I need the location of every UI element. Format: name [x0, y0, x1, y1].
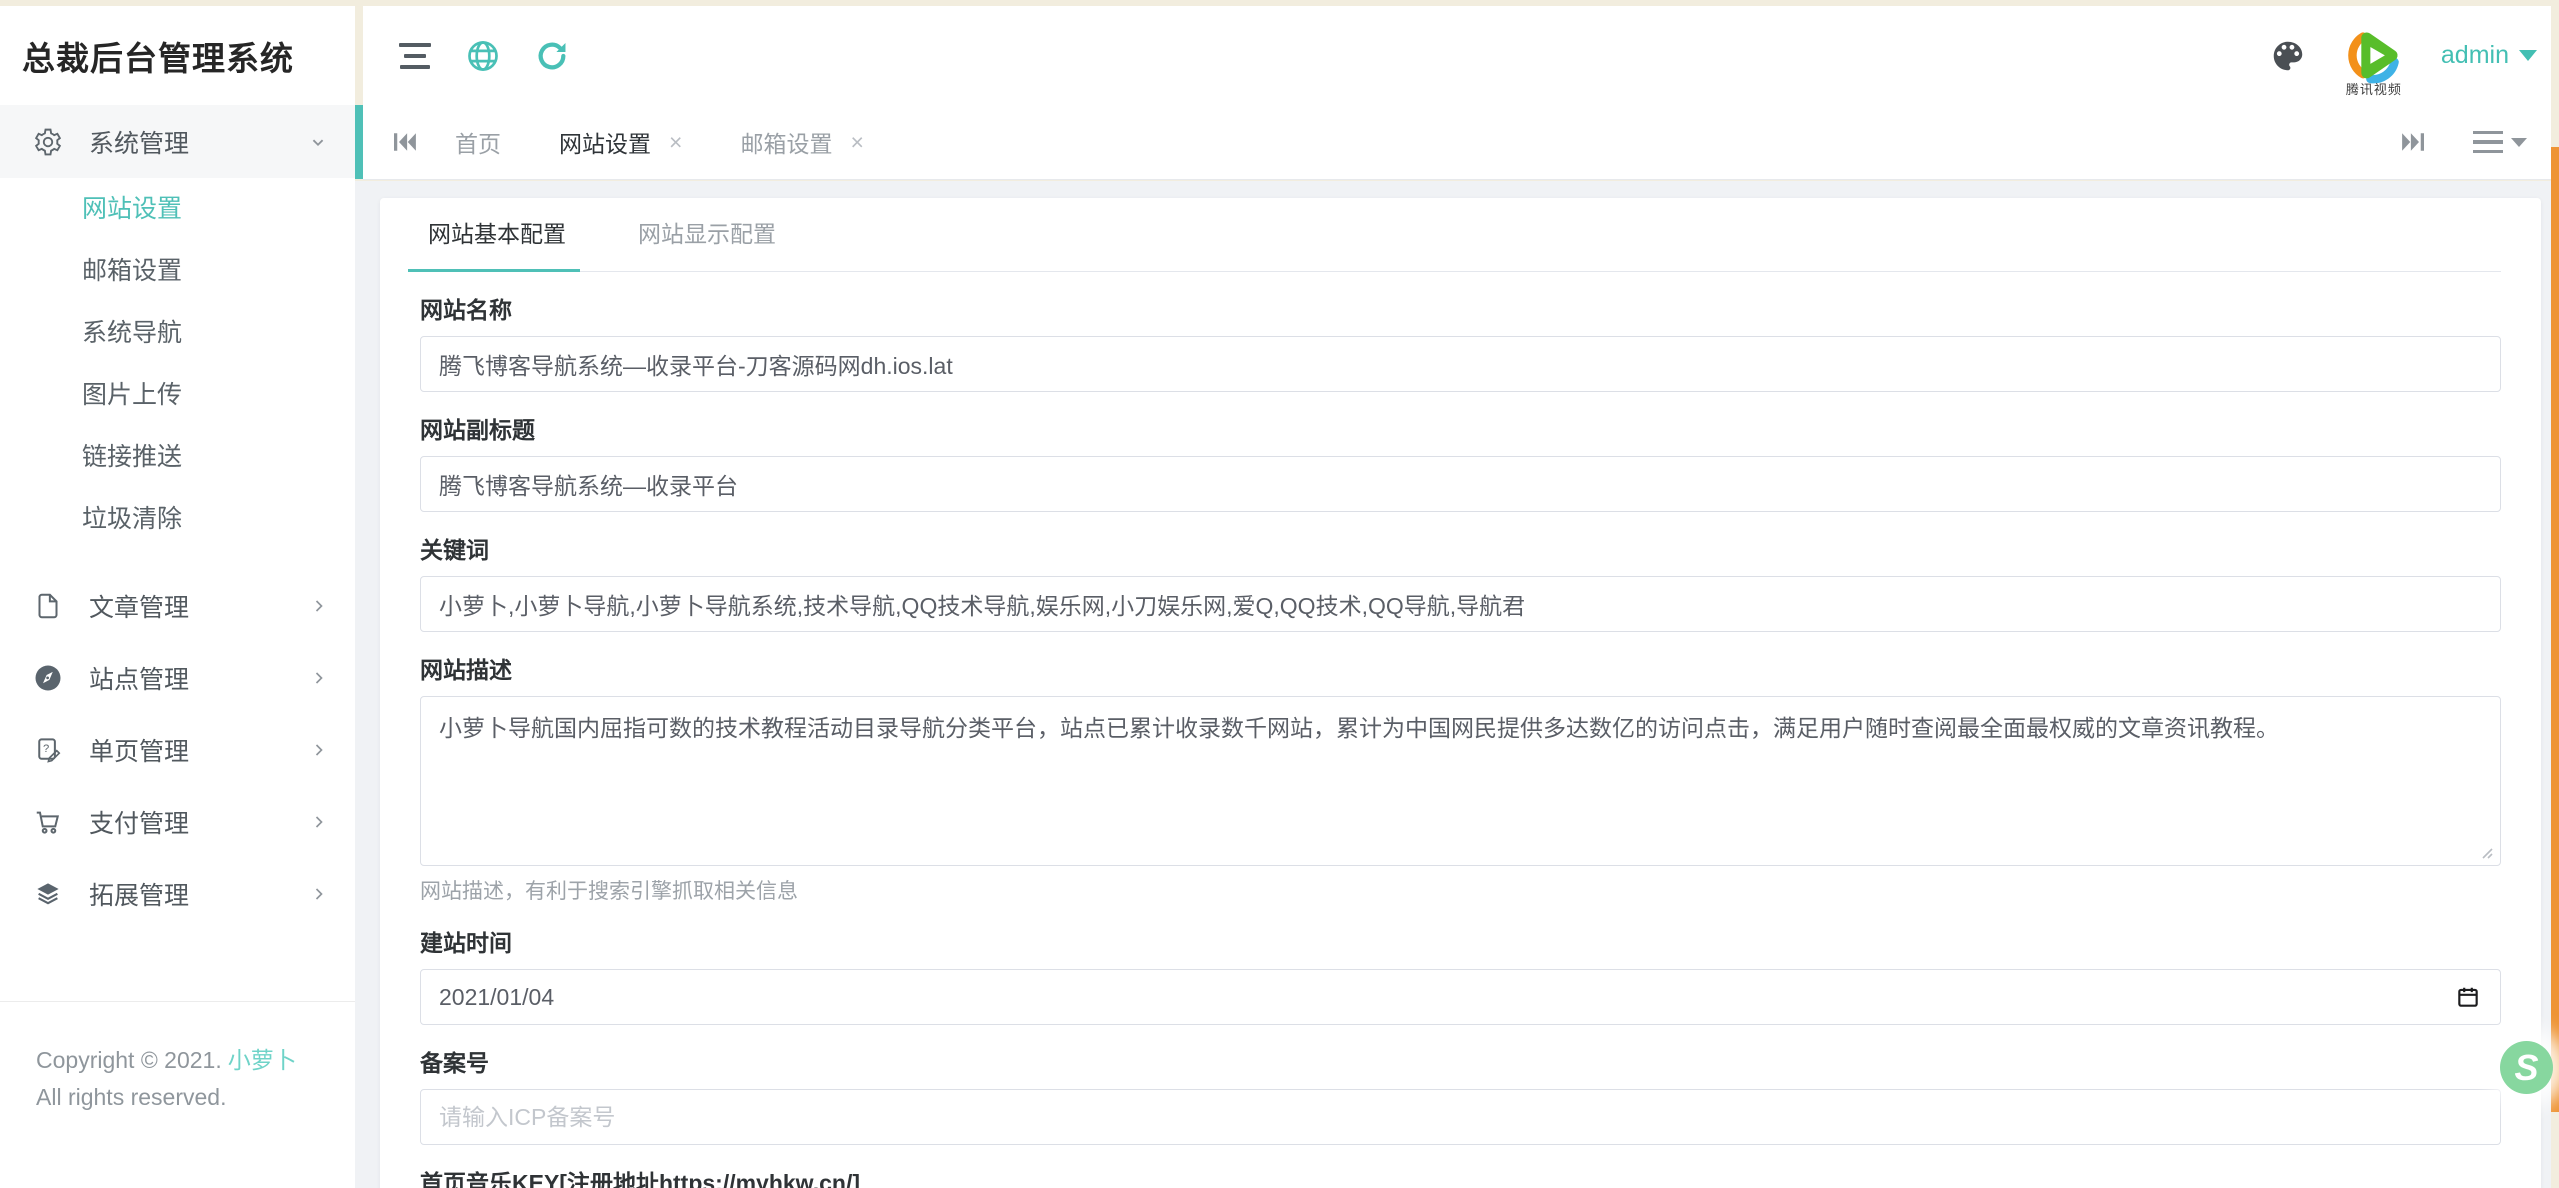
- build-date-input[interactable]: [420, 969, 2501, 1025]
- header: 腾讯视频 admin: [363, 6, 2551, 105]
- skip-to-last-tab-icon[interactable]: [2399, 127, 2429, 157]
- description-helper-text: 网站描述，有利于搜索引擎抓取相关信息: [420, 875, 2501, 905]
- sidebar-group-sites[interactable]: 站点管理: [0, 642, 355, 714]
- sidebar-group-label: 支付管理: [89, 804, 283, 840]
- tabbar-left-accent: [355, 105, 363, 179]
- tabbar: 首页 网站设置 × 邮箱设置 ×: [363, 105, 2551, 180]
- sidebar-item-mail-settings[interactable]: 邮箱设置: [0, 240, 355, 302]
- copyright-prefix: Copyright © 2021.: [36, 1047, 222, 1073]
- sidebar-item-site-settings[interactable]: 网站设置: [0, 178, 355, 240]
- page-edit-icon: ?: [33, 735, 63, 765]
- keywords-input[interactable]: [420, 576, 2501, 632]
- icp-input[interactable]: [420, 1089, 2501, 1145]
- site-name-input[interactable]: [420, 336, 2501, 392]
- tencent-video-logo-icon: [2343, 27, 2405, 85]
- globe-icon[interactable]: [465, 38, 501, 74]
- tab-label: 网站设置: [559, 125, 651, 159]
- keywords-label: 关键词: [420, 536, 2501, 564]
- collapse-sidebar-button[interactable]: [399, 43, 431, 69]
- floating-helper-button[interactable]: S: [2500, 1041, 2553, 1094]
- sidebar-divider: [0, 1001, 355, 1002]
- chevron-down-icon: [2511, 138, 2527, 147]
- chevron-right-icon: [309, 884, 329, 904]
- sidebar-group-extensions[interactable]: 拓展管理: [0, 858, 355, 930]
- chevron-right-icon: [309, 740, 329, 760]
- theme-palette-icon[interactable]: [2269, 37, 2307, 75]
- sidebar: 系统管理 网站设置 邮箱设置 系统导航 图片上传 链接推送 垃圾清除 文章管理 …: [0, 105, 355, 1188]
- sidebar-submenu: 网站设置 邮箱设置 系统导航 图片上传 链接推送 垃圾清除: [0, 178, 355, 570]
- close-icon[interactable]: ×: [850, 131, 863, 154]
- menu-icon: [2473, 131, 2503, 154]
- sidebar-group-pages[interactable]: ? 单页管理: [0, 714, 355, 786]
- chevron-down-icon: [307, 131, 329, 153]
- svg-text:?: ?: [43, 743, 49, 755]
- sidebar-group-label: 站点管理: [89, 660, 283, 696]
- site-subtitle-input[interactable]: [420, 456, 2501, 512]
- layers-icon: [33, 879, 63, 909]
- gear-icon: [33, 127, 63, 157]
- site-name-label: 网站名称: [420, 296, 2501, 324]
- close-icon[interactable]: ×: [669, 131, 682, 154]
- refresh-icon[interactable]: [535, 39, 569, 73]
- user-dropdown[interactable]: admin: [2441, 41, 2537, 70]
- content-area: 网站基本配置 网站显示配置 网站名称 网站副标题 关键词 网站描述 小萝卜导航国…: [355, 181, 2551, 1188]
- tab-mail-settings[interactable]: 邮箱设置 ×: [740, 125, 863, 159]
- site-subtitle-label: 网站副标题: [420, 416, 2501, 444]
- sidebar-group-label: 单页管理: [89, 732, 283, 768]
- tab-label: 首页: [455, 125, 501, 159]
- description-label: 网站描述: [420, 656, 2501, 684]
- sidebar-item-trash-clean[interactable]: 垃圾清除: [0, 488, 355, 550]
- tab-site-settings[interactable]: 网站设置 ×: [559, 125, 682, 159]
- icp-label: 备案号: [420, 1049, 2501, 1077]
- compass-icon: [33, 663, 63, 693]
- sidebar-group-label: 文章管理: [89, 588, 283, 624]
- copyright: Copyright © 2021.小萝卜All rights reserved.: [36, 1042, 321, 1116]
- resize-handle-icon[interactable]: [2477, 843, 2493, 859]
- sidebar-group-articles[interactable]: 文章管理: [0, 570, 355, 642]
- sidebar-group-payments[interactable]: 支付管理: [0, 786, 355, 858]
- sidebar-item-link-push[interactable]: 链接推送: [0, 426, 355, 488]
- app-title: 总裁后台管理系统: [22, 32, 294, 80]
- chevron-right-icon: [309, 596, 329, 616]
- avatar[interactable]: 腾讯视频: [2343, 27, 2405, 98]
- app-logo-area: 总裁后台管理系统: [0, 6, 355, 105]
- copyright-brand: 小萝卜: [228, 1047, 297, 1073]
- settings-card: 网站基本配置 网站显示配置 网站名称 网站副标题 关键词 网站描述 小萝卜导航国…: [380, 198, 2541, 1188]
- tab-display-config[interactable]: 网站显示配置: [630, 198, 784, 271]
- sidebar-item-system-nav[interactable]: 系统导航: [0, 302, 355, 364]
- sidebar-group-label: 系统管理: [89, 124, 281, 160]
- chevron-right-icon: [309, 668, 329, 688]
- calendar-icon[interactable]: [2455, 984, 2481, 1010]
- skip-to-first-tab-icon[interactable]: [389, 127, 419, 157]
- sidebar-item-image-upload[interactable]: 图片上传: [0, 364, 355, 426]
- tab-home[interactable]: 首页: [455, 125, 501, 159]
- card-tabs: 网站基本配置 网站显示配置: [420, 198, 2501, 272]
- copyright-suffix: All rights reserved.: [36, 1084, 226, 1110]
- avatar-caption: 腾讯视频: [2346, 79, 2402, 98]
- sidebar-group-system[interactable]: 系统管理: [0, 105, 355, 178]
- page-scrollbar-thumb[interactable]: [2551, 147, 2559, 1112]
- build-date-label: 建站时间: [420, 929, 2501, 957]
- tab-options-button[interactable]: [2473, 131, 2527, 154]
- chevron-right-icon: [309, 812, 329, 832]
- cart-icon: [33, 807, 63, 837]
- chevron-down-icon: [2519, 50, 2537, 61]
- description-textarea[interactable]: 小萝卜导航国内屈指可数的技术教程活动目录导航分类平台，站点已累计收录数千网站，累…: [420, 696, 2501, 866]
- music-key-label: 首页音乐KEY[注册地址https://myhkw.cn/]: [420, 1169, 2501, 1188]
- username: admin: [2441, 41, 2509, 70]
- document-icon: [33, 591, 63, 621]
- tab-label: 邮箱设置: [740, 125, 832, 159]
- tab-basic-config[interactable]: 网站基本配置: [420, 198, 574, 271]
- sidebar-group-label: 拓展管理: [89, 876, 283, 912]
